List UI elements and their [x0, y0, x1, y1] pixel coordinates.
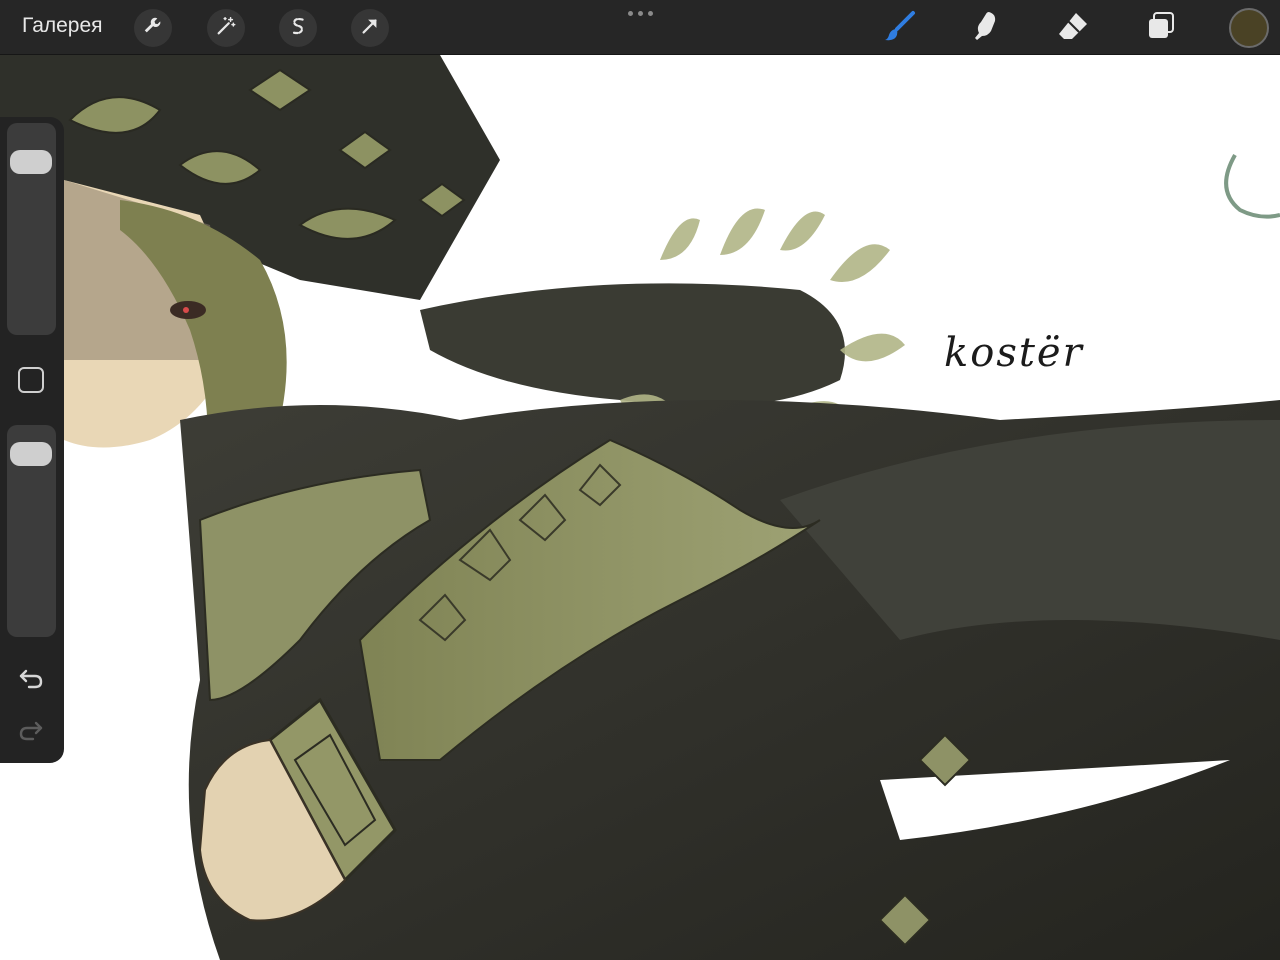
side-toolbar — [0, 117, 64, 763]
magic-wand-icon — [215, 15, 237, 42]
redo-icon — [17, 716, 45, 749]
layers-tool[interactable] — [1141, 8, 1181, 48]
selection-s-icon — [287, 15, 309, 42]
artwork — [0, 55, 1280, 960]
dot — [647, 10, 653, 16]
eraser-tool[interactable] — [1053, 8, 1093, 48]
drawing-canvas[interactable]: kostër — [0, 0, 1280, 960]
top-toolbar: Галерея — [0, 0, 1280, 55]
transform-arrow-icon — [359, 15, 381, 42]
brush-tool[interactable] — [880, 8, 920, 48]
layers-icon — [1144, 9, 1178, 48]
eraser-icon — [1056, 9, 1090, 48]
adjustments-button[interactable] — [207, 9, 245, 47]
color-picker-swatch[interactable] — [1229, 8, 1269, 48]
dot — [627, 10, 633, 16]
modify-button[interactable] — [18, 367, 44, 393]
selection-button[interactable] — [279, 9, 317, 47]
undo-icon — [17, 664, 45, 697]
artist-signature: kostër — [944, 330, 1084, 376]
brush-size-slider[interactable] — [7, 123, 56, 335]
brush-size-thumb[interactable] — [10, 150, 52, 175]
smudge-icon — [969, 9, 1003, 48]
procreate-app: kostër Галерея — [0, 0, 1280, 960]
gallery-button[interactable]: Галерея — [22, 14, 103, 38]
opacity-thumb[interactable] — [10, 441, 52, 466]
corner-stroke — [1224, 154, 1280, 219]
smudge-tool[interactable] — [966, 8, 1006, 48]
wrench-icon — [142, 15, 164, 42]
more-options-dots[interactable] — [622, 6, 658, 20]
transform-button[interactable] — [351, 9, 389, 47]
undo-button[interactable] — [16, 665, 46, 695]
dot — [637, 10, 643, 16]
opacity-slider[interactable] — [7, 425, 56, 637]
brush-icon — [883, 9, 917, 48]
redo-button[interactable] — [16, 717, 46, 747]
actions-button[interactable] — [134, 9, 172, 47]
braid — [420, 283, 845, 407]
